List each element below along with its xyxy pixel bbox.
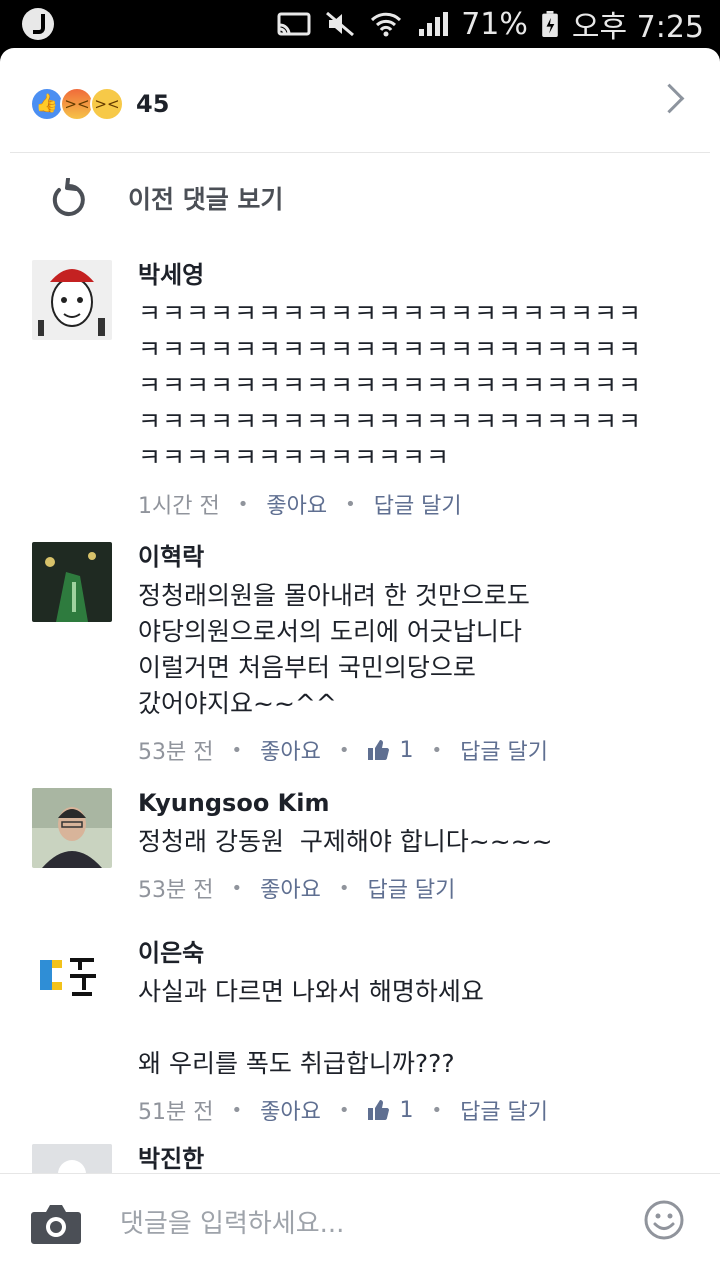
battery-percent: 71% xyxy=(461,6,528,42)
thumbs-up-icon xyxy=(368,1100,390,1120)
app-notification-icon xyxy=(22,8,54,40)
comments-sheet: 👍 >< >< 45 이전 댓글 보기 박세영 ㅋㅋㅋㅋㅋㅋㅋㅋㅋㅋㅋㅋㅋㅋㅋㅋ… xyxy=(0,48,720,1280)
reply-button[interactable]: 답글 달기 xyxy=(367,872,455,904)
comment-text: 정청래의원을 몰아내려 한 것만으로도 야당의원으로서의 도리에 어긋납니다 이… xyxy=(138,581,530,718)
comment-author[interactable]: 이혁락 xyxy=(138,542,692,572)
status-bar: 71% 오후 7:25 xyxy=(0,0,720,48)
separator: • xyxy=(231,877,243,899)
comment-author[interactable]: 박진한 xyxy=(138,1144,692,1174)
avatar[interactable] xyxy=(32,788,112,868)
comment-text: 사실과 다르면 나와서 해명하세요 왜 우리를 폭도 취급합니까??? xyxy=(138,977,484,1078)
separator: • xyxy=(338,739,350,761)
comment-time: 51분 전 xyxy=(138,1100,214,1125)
comment-time: 53분 전 xyxy=(138,878,214,903)
separator: • xyxy=(338,877,350,899)
haha-reaction-icon: >< xyxy=(90,87,124,121)
like-button[interactable]: 좋아요 xyxy=(260,1094,321,1126)
like-button[interactable]: 좋아요 xyxy=(260,734,321,766)
comment-author[interactable]: 박세영 xyxy=(138,260,692,290)
avatar[interactable] xyxy=(32,938,112,1018)
comment-time: 53분 전 xyxy=(138,740,214,765)
like-count: 1 xyxy=(399,737,414,763)
reply-button[interactable]: 답글 달기 xyxy=(460,734,548,766)
like-button[interactable]: 좋아요 xyxy=(266,488,327,520)
camera-icon[interactable] xyxy=(30,1202,82,1246)
comment-author[interactable]: 이은숙 xyxy=(138,938,692,968)
like-count: 1 xyxy=(399,1097,414,1123)
divider xyxy=(10,152,710,153)
refresh-icon xyxy=(52,178,85,216)
separator: • xyxy=(431,1099,443,1121)
avatar[interactable] xyxy=(32,260,112,340)
thumbs-up-icon xyxy=(368,740,390,760)
signal-icon xyxy=(419,12,449,36)
cast-icon xyxy=(277,12,311,36)
comment-text: 정청래 강동원 구제해야 합니다~~~~ xyxy=(138,827,553,856)
separator: • xyxy=(231,1099,243,1121)
mute-icon xyxy=(326,11,355,37)
comment-author[interactable]: Kyungsoo Kim xyxy=(138,788,692,818)
battery-icon xyxy=(542,11,558,37)
wifi-icon xyxy=(371,12,402,37)
clock: 오후 7:25 xyxy=(571,10,704,45)
view-previous-comments-button[interactable]: 이전 댓글 보기 xyxy=(48,178,283,218)
separator: • xyxy=(231,739,243,761)
comment-like-count[interactable]: 1 xyxy=(367,1098,413,1123)
view-previous-comments-label: 이전 댓글 보기 xyxy=(128,185,284,214)
separator: • xyxy=(345,493,356,515)
separator: • xyxy=(338,1099,350,1121)
reactions-summary[interactable]: 👍 >< >< 45 xyxy=(30,86,169,122)
separator: • xyxy=(237,493,249,515)
comment-composer xyxy=(0,1173,720,1280)
like-reaction-icon: 👍 xyxy=(30,87,64,121)
separator: • xyxy=(431,739,443,761)
reply-button[interactable]: 답글 달기 xyxy=(374,488,462,520)
comment-time: 1시간 전 xyxy=(138,494,220,519)
reaction-count: 45 xyxy=(136,90,170,118)
like-button[interactable]: 좋아요 xyxy=(260,872,321,904)
comment-like-count[interactable]: 1 xyxy=(367,738,413,763)
comment-input[interactable] xyxy=(120,1202,600,1246)
avatar[interactable] xyxy=(32,542,112,622)
chevron-right-icon[interactable] xyxy=(654,83,685,114)
comment-text: ㅋㅋㅋㅋㅋㅋㅋㅋㅋㅋㅋㅋㅋㅋㅋㅋㅋㅋㅋㅋㅋㅋㅋㅋㅋㅋㅋㅋㅋㅋㅋㅋㅋㅋㅋㅋㅋㅋㅋㅋ… xyxy=(138,299,643,472)
angry-reaction-icon: >< xyxy=(60,87,94,121)
emoji-icon[interactable] xyxy=(644,1200,684,1240)
reply-button[interactable]: 답글 달기 xyxy=(460,1094,548,1126)
